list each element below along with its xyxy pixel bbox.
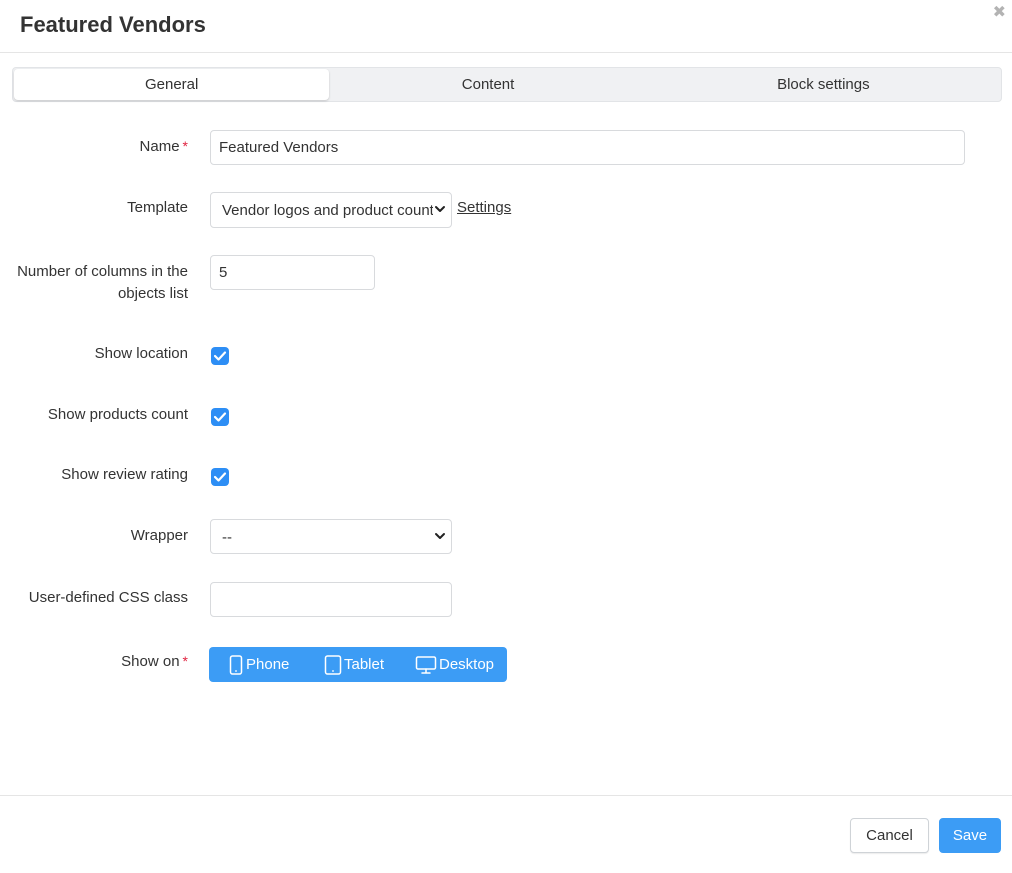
wrapper-select-value: -- bbox=[222, 529, 232, 546]
required-mark: * bbox=[182, 653, 188, 669]
required-mark: * bbox=[182, 138, 188, 154]
checkmark-icon bbox=[213, 412, 227, 422]
show-on-phone-button[interactable]: Phone bbox=[228, 647, 324, 682]
cancel-button[interactable]: Cancel bbox=[850, 818, 929, 853]
columns-label-line1: Number of columns in the bbox=[17, 263, 188, 280]
wrapper-label: Wrapper bbox=[130, 527, 188, 544]
dialog-title: Featured Vendors bbox=[20, 12, 206, 37]
checkmark-icon bbox=[213, 472, 227, 482]
show-on-label-text: Show on bbox=[121, 653, 180, 670]
tab-content[interactable]: Content bbox=[329, 69, 646, 100]
tab-bar: General Content Block settings bbox=[12, 67, 1002, 102]
css-class-input[interactable] bbox=[210, 582, 452, 617]
tablet-icon bbox=[324, 654, 342, 675]
phone-label: Phone bbox=[246, 656, 290, 673]
phone-icon bbox=[229, 654, 243, 675]
template-label: Template bbox=[127, 199, 188, 216]
template-select-value: Vendor logos and product count bbox=[222, 202, 433, 219]
save-button[interactable]: Save bbox=[939, 818, 1001, 853]
show-on-desktop-button[interactable]: Desktop bbox=[415, 647, 507, 682]
template-settings-link[interactable]: Settings bbox=[457, 199, 511, 216]
desktop-icon bbox=[415, 655, 437, 674]
dialog-footer: Cancel Save bbox=[0, 795, 1012, 873]
name-label: Name * bbox=[0, 135, 188, 158]
chevron-down-icon bbox=[435, 533, 445, 539]
show-review-rating-label: Show review rating bbox=[61, 466, 188, 483]
dialog-header: Featured Vendors ✖ bbox=[0, 0, 1012, 53]
show-review-rating-checkbox[interactable] bbox=[211, 468, 229, 486]
columns-label-line2: objects list bbox=[117, 285, 188, 302]
template-select[interactable]: Vendor logos and product count bbox=[210, 192, 452, 228]
wrapper-select[interactable]: -- bbox=[210, 519, 452, 554]
name-input[interactable] bbox=[210, 130, 965, 165]
name-label-text: Name bbox=[139, 138, 180, 155]
close-icon[interactable]: ✖ bbox=[993, 4, 1006, 22]
columns-label: Number of columns in the objects list bbox=[0, 261, 188, 305]
tab-general[interactable]: General bbox=[14, 69, 330, 100]
show-on-label: Show on * bbox=[0, 650, 188, 673]
desktop-label: Desktop bbox=[439, 656, 495, 673]
show-on-tablet-button[interactable]: Tablet bbox=[324, 647, 415, 682]
tab-block-settings[interactable]: Block settings bbox=[647, 69, 1000, 100]
css-class-label: User-defined CSS class bbox=[28, 589, 188, 606]
show-on-toggle-group: Phone Tablet Desktop bbox=[209, 647, 507, 682]
show-products-count-checkbox[interactable] bbox=[211, 408, 229, 426]
block-editor-dialog: Featured Vendors ✖ General Content Block… bbox=[0, 0, 1012, 873]
tablet-label: Tablet bbox=[344, 656, 385, 673]
show-products-count-label: Show products count bbox=[47, 406, 188, 423]
checkmark-icon bbox=[213, 351, 227, 361]
chevron-down-icon bbox=[435, 206, 445, 212]
columns-input[interactable] bbox=[210, 255, 375, 290]
show-location-checkbox[interactable] bbox=[211, 347, 229, 365]
show-location-label: Show location bbox=[94, 345, 188, 362]
